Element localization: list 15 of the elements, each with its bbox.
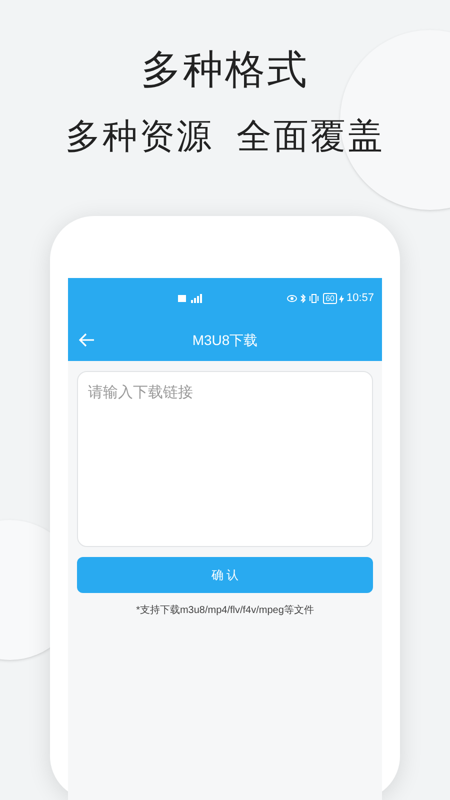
app-title: M3U8下载 — [191, 330, 259, 350]
battery-level: 60 — [322, 293, 338, 304]
vibrate-icon — [308, 294, 319, 303]
status-time: 10:57 — [346, 291, 374, 306]
headline: 多种格式 — [141, 47, 309, 94]
signal-icon — [178, 294, 204, 303]
link-input-field[interactable]: 请输入下载链接 — [77, 371, 373, 547]
format-hint: *支持下载m3u8/mp4/flv/f4v/mpeg等文件 — [135, 604, 315, 618]
confirm-button[interactable]: 确 认 — [77, 557, 373, 593]
charging-icon — [339, 294, 344, 302]
eye-icon — [286, 295, 297, 302]
subheadline: 多种资源 全面覆盖 — [65, 116, 385, 158]
back-arrow-icon — [79, 333, 95, 347]
bluetooth-icon — [300, 294, 306, 303]
back-button[interactable] — [78, 331, 96, 349]
